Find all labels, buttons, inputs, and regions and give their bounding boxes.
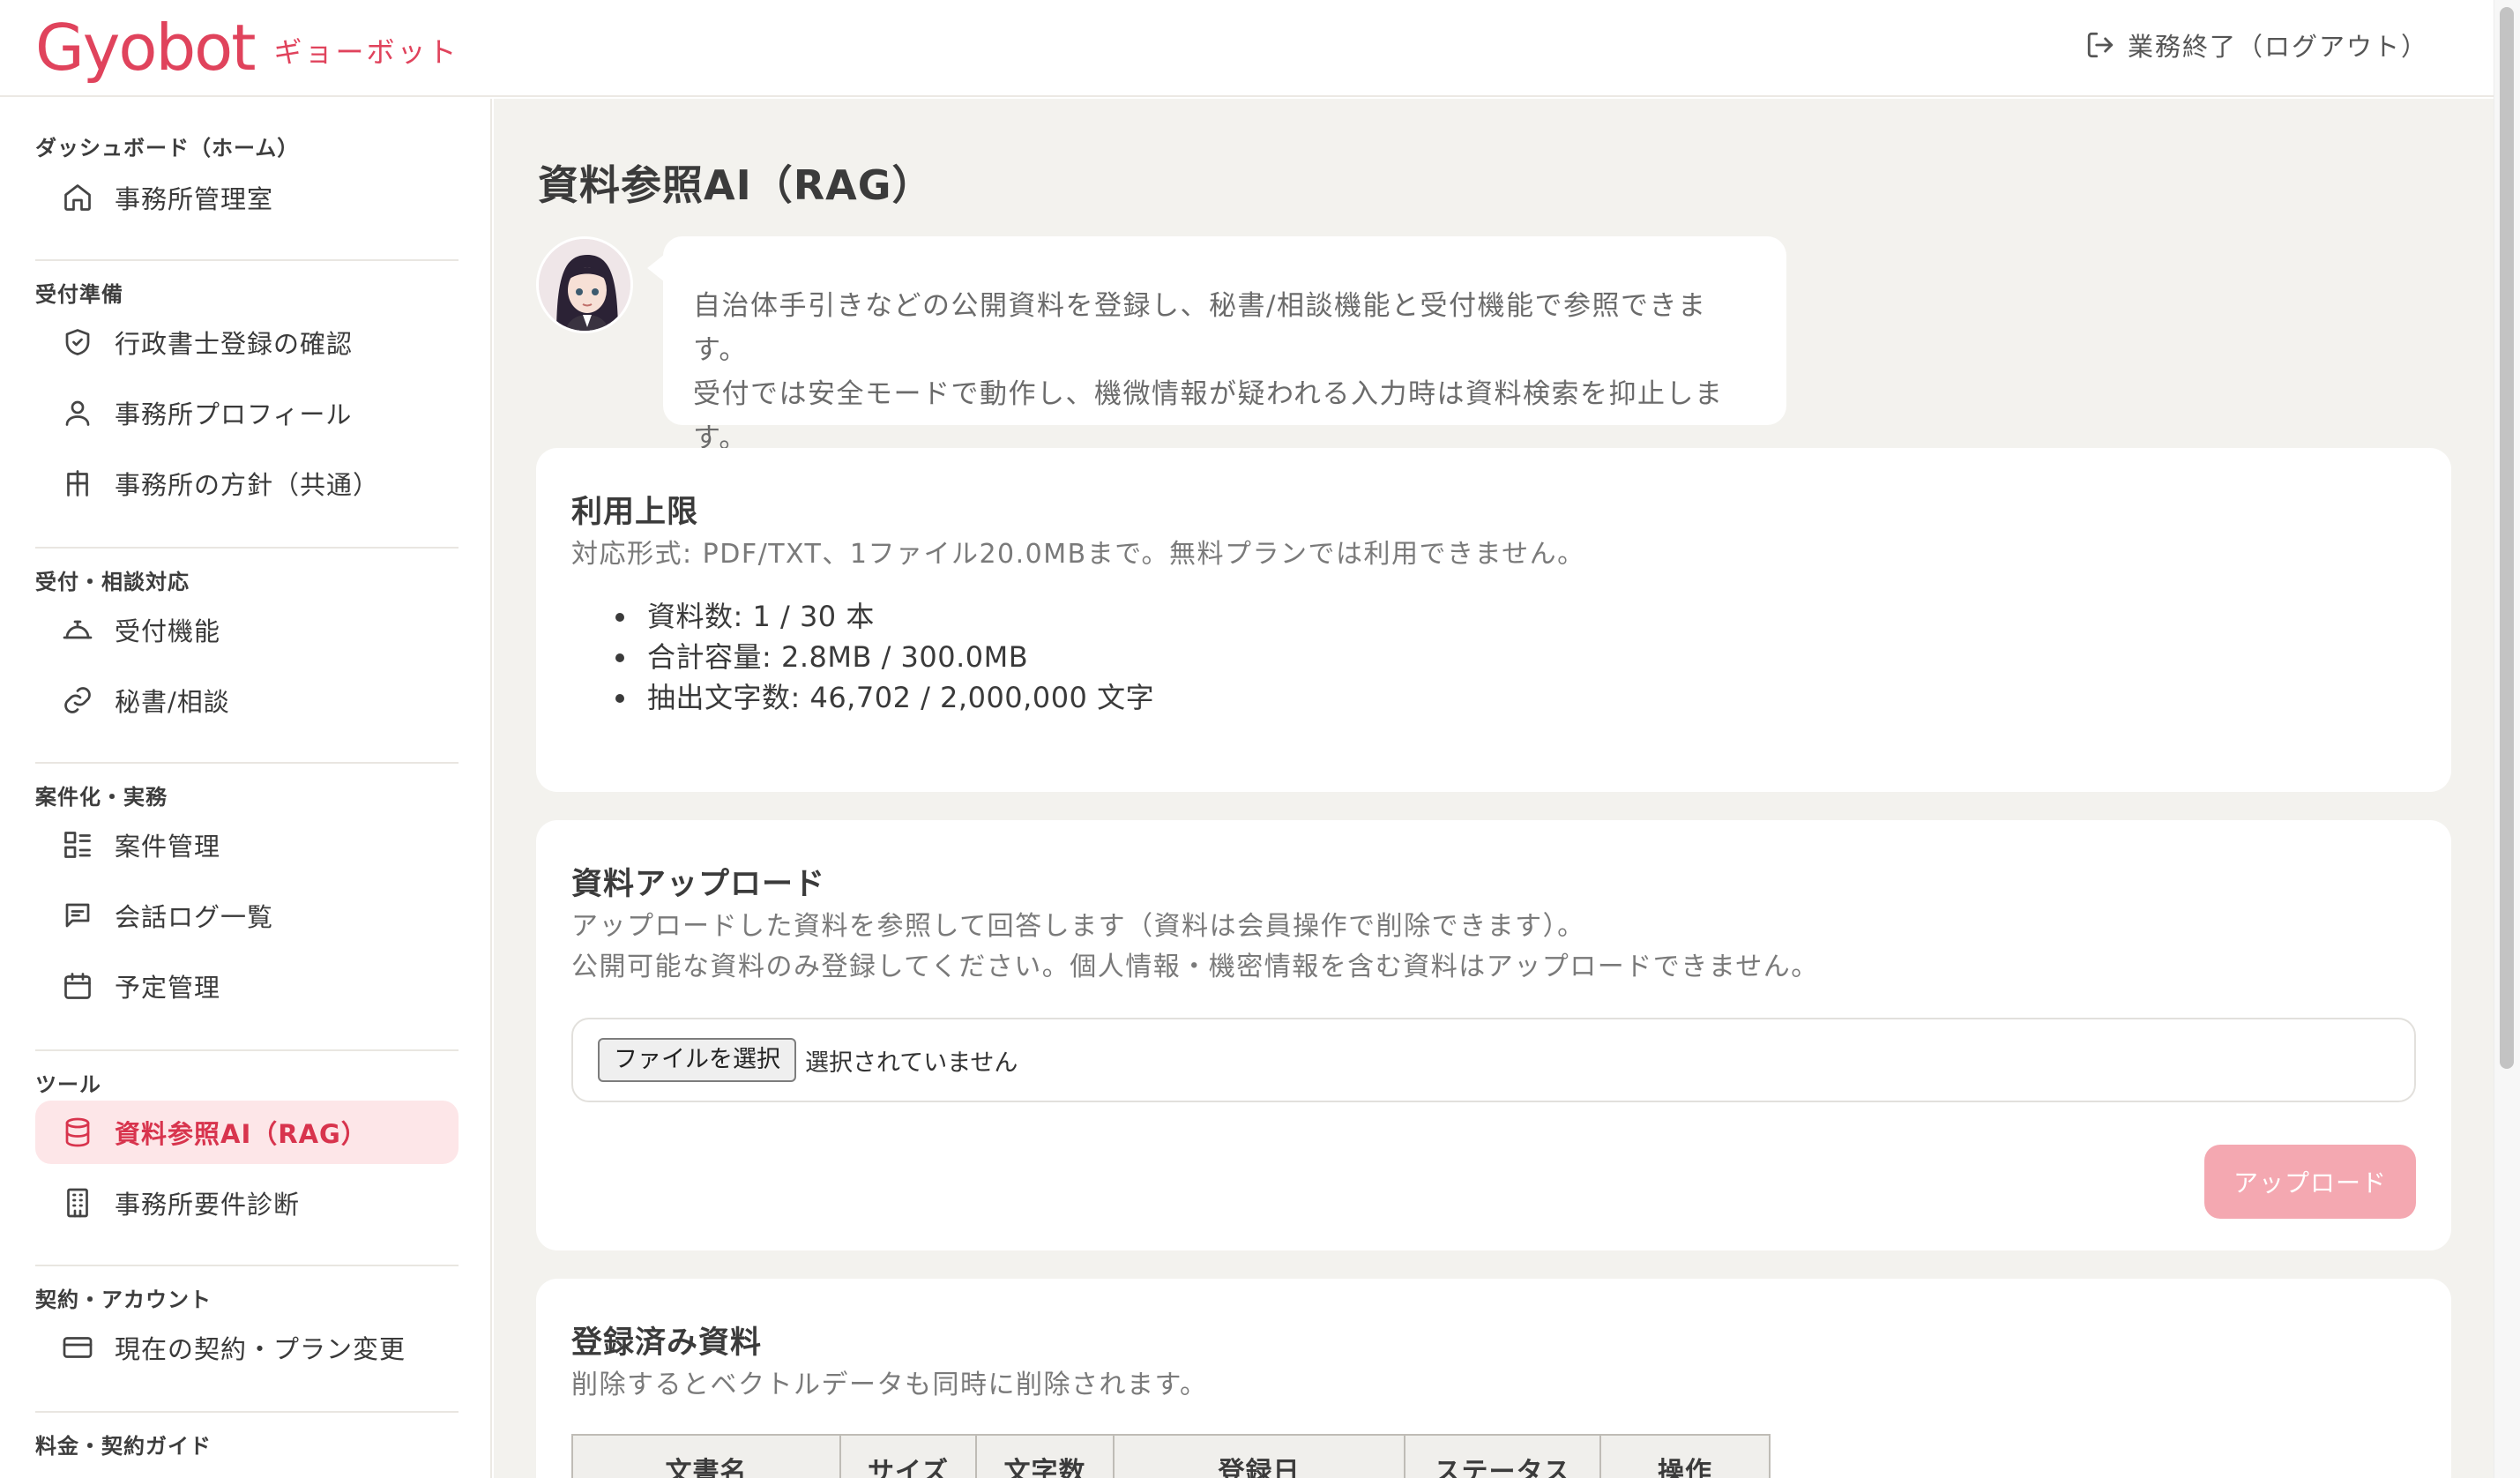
sidebar-item-label: 事務所管理室 — [115, 184, 274, 214]
sidebar-section-title: 料金・契約ガイド — [35, 1434, 212, 1459]
sidebar-divider — [35, 547, 459, 549]
sidebar-section-dashboard: ダッシュボード（ホーム） 事務所管理室 — [35, 132, 459, 229]
logout-label: 業務終了（ログアウト） — [2127, 32, 2428, 62]
sidebar-section-title: 案件化・実務 — [35, 785, 168, 810]
sidebar-item-registration-check[interactable]: 行政書士登録の確認 — [35, 310, 459, 374]
sidebar-section-account: 契約・アカウント 現在の契約・プラン変更 — [35, 1284, 459, 1379]
sidebar-section-cases: 案件化・実務 案件管理 会話ログ一覧 予定管理 — [35, 781, 459, 1018]
sidebar-item-office-management[interactable]: 事務所管理室 — [35, 166, 459, 229]
upload-card: 資料アップロード アップロードした資料を参照して回答します（資料は会員操作で削除… — [536, 820, 2451, 1250]
sidebar-item-label: 会話ログ一覧 — [115, 902, 274, 932]
column-header: 操作 — [1658, 1457, 1712, 1478]
upload-desc-1: アップロードした資料を参照して回答します（資料は会員操作で削除できます）。 — [571, 911, 1585, 942]
assistant-intro-bubble: 自治体手引きなどの公開資料を登録し、秘書/相談機能と受付機能で参照できます。 受… — [647, 236, 1786, 454]
user-icon — [60, 395, 95, 430]
shield-check-icon — [60, 325, 95, 360]
upload-title: 資料アップロード — [571, 867, 826, 902]
choose-file-button[interactable]: ファイルを選択 — [598, 1038, 796, 1082]
sidebar-divider — [35, 259, 459, 261]
app-header: Gyobot ギョーボット 業務終了（ログアウト） — [0, 0, 2494, 97]
scrollbar-thumb[interactable] — [2500, 7, 2514, 1069]
sidebar-section-title: ダッシュボード（ホーム） — [35, 136, 300, 160]
usage-limits-title: 利用上限 — [571, 495, 699, 530]
sidebar-item-secretary[interactable]: 秘書/相談 — [35, 668, 459, 732]
concierge-icon — [60, 612, 95, 647]
sidebar-item-label: 現在の契約・プラン変更 — [115, 1334, 406, 1364]
sidebar-item-label: 事務所の方針（共通） — [115, 470, 380, 500]
sidebar-divider — [35, 1049, 459, 1051]
main-content: 資料参照AI（RAG） 自治体手引きなどの公開資料を登録し、秘書/相談機能と受付… — [494, 99, 2494, 1478]
usage-limits-list: 資料数: 1 / 30 本 合計容量: 2.8MB / 300.0MB 抽出文字… — [615, 596, 1154, 718]
logo[interactable]: Gyobot ギョーボット — [35, 12, 459, 83]
sidebar-section-title: 契約・アカウント — [35, 1288, 212, 1312]
upload-button[interactable]: アップロード — [2204, 1145, 2416, 1219]
column-header[interactable]: サイズ — [841, 1436, 977, 1478]
logo-wordmark: Gyobot — [35, 11, 256, 85]
sidebar-item-plan[interactable]: 現在の契約・プラン変更 — [35, 1316, 459, 1379]
column-header[interactable]: 文字数 — [977, 1436, 1115, 1478]
column-header[interactable]: ステータス — [1405, 1436, 1601, 1478]
sidebar-section-pricing-guide: 料金・契約ガイド — [35, 1430, 459, 1462]
intro-line-2: 受付では安全モードで動作し、機微情報が疑われる入力時は資料検索を抑止します。 — [693, 378, 1724, 454]
credit-card-icon — [60, 1330, 95, 1365]
registered-docs-desc: 削除するとベクトルデータも同時に削除されます。 — [571, 1370, 1208, 1400]
database-icon — [60, 1115, 95, 1150]
sidebar-section-title: 受付・相談対応 — [35, 570, 190, 594]
sidebar-item-conversation-logs[interactable]: 会話ログ一覧 — [35, 884, 459, 947]
limit-doc-count: 資料数: 1 / 30 本 — [615, 596, 1154, 637]
calendar-icon — [60, 968, 95, 1004]
signpost-icon — [60, 466, 95, 501]
logout-icon — [2087, 32, 2114, 58]
usage-limits-desc: 対応形式: PDF/TXT、1ファイル20.0MBまで。無料プランでは利用できま… — [571, 539, 1585, 570]
sidebar-section-title: ツール — [35, 1072, 101, 1097]
sidebar-item-label: 事務所プロフィール — [115, 399, 353, 429]
sidebar-item-label: 事務所要件診断 — [115, 1190, 301, 1220]
sidebar-section-tools: ツール 資料参照AI（RAG） 事務所要件診断 — [35, 1069, 459, 1235]
home-icon — [60, 180, 95, 215]
sidebar-item-schedule[interactable]: 予定管理 — [35, 954, 459, 1018]
sidebar-item-reception[interactable]: 受付機能 — [35, 598, 459, 661]
link-icon — [60, 683, 95, 718]
logo-kana: ギョーボット — [273, 35, 459, 69]
file-status: 選択されていません — [805, 1049, 1018, 1077]
assistant-avatar — [536, 236, 633, 333]
page-title: 資料参照AI（RAG） — [538, 161, 934, 209]
sidebar-item-label: 案件管理 — [115, 832, 221, 862]
sidebar-item-label: 予定管理 — [115, 973, 221, 1003]
column-header[interactable]: 文書名 — [573, 1436, 841, 1478]
building-icon — [60, 1185, 95, 1220]
sidebar-item-label: 秘書/相談 — [115, 687, 230, 717]
sidebar-item-office-diagnosis[interactable]: 事務所要件診断 — [35, 1171, 459, 1235]
limit-total-size: 合計容量: 2.8MB / 300.0MB — [615, 637, 1154, 677]
sidebar-item-office-policy[interactable]: 事務所の方針（共通） — [35, 452, 459, 515]
sidebar-section-reception: 受付・相談対応 受付機能 秘書/相談 — [35, 566, 459, 732]
message-icon — [60, 898, 95, 933]
column-header[interactable]: 登録日 — [1115, 1436, 1405, 1478]
sidebar-item-label: 行政書士登録の確認 — [115, 329, 354, 359]
sidebar-divider — [35, 1411, 459, 1413]
sidebar-section-preparation: 受付準備 行政書士登録の確認 事務所プロフィール 事務所の方針（共通） — [35, 279, 459, 515]
limit-char-count: 抽出文字数: 46,702 / 2,000,000 文字 — [615, 677, 1154, 718]
file-input[interactable]: ファイルを選択 選択されていません — [571, 1018, 2416, 1102]
upload-desc-2: 公開可能な資料のみ登録してください。個人情報・機密情報を含む資料はアップロードで… — [571, 952, 1819, 982]
sidebar-section-title: 受付準備 — [35, 282, 123, 307]
page-scrollbar[interactable] — [2494, 0, 2520, 1478]
sidebar-item-case-management[interactable]: 案件管理 — [35, 813, 459, 877]
registered-docs-title: 登録済み資料 — [571, 1325, 763, 1361]
sidebar-item-label: 資料参照AI（RAG） — [115, 1119, 368, 1149]
sidebar-divider — [35, 762, 459, 764]
list-grid-icon — [60, 827, 95, 862]
sidebar-item-office-profile[interactable]: 事務所プロフィール — [35, 381, 459, 444]
usage-limits-card: 利用上限 対応形式: PDF/TXT、1ファイル20.0MBまで。無料プランでは… — [536, 448, 2451, 792]
sidebar-divider — [35, 1265, 459, 1266]
intro-line-1: 自治体手引きなどの公開資料を登録し、秘書/相談機能と受付機能で参照できます。 — [693, 290, 1707, 366]
docs-table-header: 文書名 サイズ 文字数 登録日 ステータス 操作 — [571, 1434, 1771, 1478]
logout-button[interactable]: 業務終了（ログアウト） — [2085, 26, 2428, 63]
sidebar-item-label: 受付機能 — [115, 616, 221, 646]
sidebar-item-rag[interactable]: 資料参照AI（RAG） — [35, 1101, 459, 1164]
registered-docs-card: 登録済み資料 削除するとベクトルデータも同時に削除されます。 文書名 サイズ 文… — [536, 1279, 2451, 1478]
